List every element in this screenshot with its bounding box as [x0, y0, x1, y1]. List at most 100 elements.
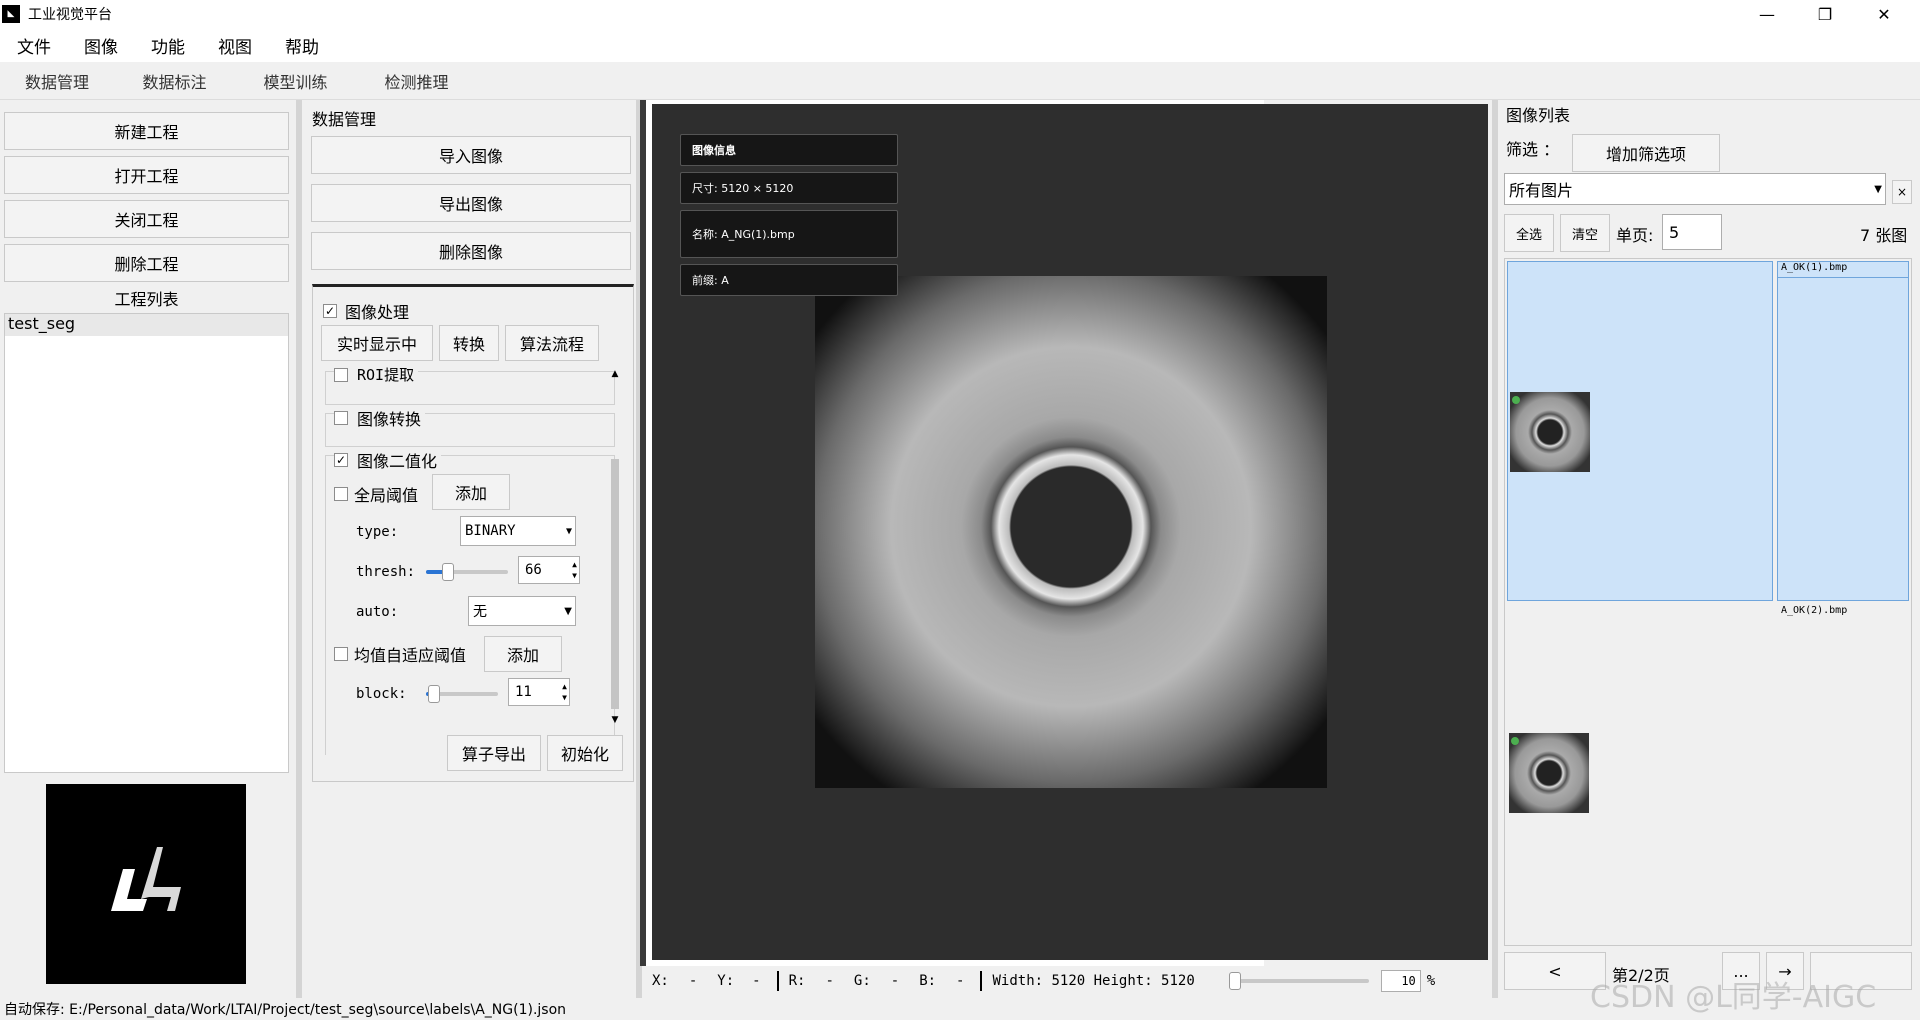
convert-button[interactable]: 转换	[439, 325, 499, 361]
y-label: Y:	[717, 973, 735, 989]
operator-export-button[interactable]: 算子导出	[447, 735, 541, 771]
thresh-value: 66	[525, 562, 542, 578]
new-project-button[interactable]: 新建工程	[4, 112, 289, 150]
chevron-down-icon: ▼	[1874, 184, 1882, 195]
zoom-input[interactable]: 10	[1380, 970, 1421, 992]
global-threshold-add-button[interactable]: 添加	[432, 474, 510, 510]
image-dimensions: Width: 5120 Height: 5120	[992, 973, 1195, 989]
data-management-panel: 数据管理 导入图像 导出图像 删除图像 ✓ 图像处理 实时显示中 转换 算法流程…	[304, 100, 634, 998]
close-button[interactable]: ✕	[1855, 0, 1913, 28]
data-management-title: 数据管理	[312, 110, 377, 129]
adaptive-threshold-label: 均值自适应阈值	[354, 646, 467, 665]
open-project-button[interactable]: 打开工程	[4, 156, 289, 194]
type-value: BINARY	[465, 523, 516, 539]
initialize-button[interactable]: 初始化	[547, 735, 623, 771]
thumbnail-name: A_OK(1).bmp	[1778, 262, 1908, 278]
per-page-label: 单页:	[1616, 226, 1654, 245]
tab-model-training[interactable]: 模型训练	[235, 69, 356, 93]
splitter-right[interactable]	[1492, 100, 1498, 998]
thumbnail-item-selected[interactable]	[1507, 261, 1773, 601]
title-bar: ◣ 工业视觉平台 — ❐ ✕	[0, 0, 1920, 28]
select-all-button[interactable]: 全选	[1504, 214, 1554, 252]
thumbnail-list[interactable]: A_OK(1).bmp A_OK(2).bmp	[1504, 258, 1912, 946]
type-select[interactable]: BINARY ▼	[460, 516, 576, 546]
pixel-status-bar: X: - Y: - R: - G: - B: - Width: 5120 Hei…	[652, 966, 1488, 996]
block-value: 11	[515, 684, 532, 700]
tab-inference[interactable]: 检测推理	[356, 69, 477, 93]
tab-data-management[interactable]: 数据管理	[0, 69, 114, 93]
adaptive-threshold-add-button[interactable]: 添加	[484, 636, 562, 672]
thresh-slider[interactable]	[426, 563, 508, 581]
image-size-info: 尺寸: 5120 × 5120	[680, 172, 898, 204]
roi-label: ROI提取	[357, 366, 415, 384]
project-panel: 新建工程 打开工程 关闭工程 删除工程 工程列表 test_seg	[0, 100, 296, 998]
auto-select[interactable]: 无 ▼	[468, 596, 576, 626]
import-image-button[interactable]: 导入图像	[311, 136, 631, 174]
thresh-spinbox[interactable]: 66 ▲ ▼	[518, 556, 580, 584]
per-page-input[interactable]: 5	[1662, 214, 1722, 250]
roi-checkbox[interactable]	[334, 367, 348, 382]
image-info-title: 图像信息	[680, 134, 898, 166]
menu-function[interactable]: 功能	[134, 33, 201, 58]
menu-help[interactable]: 帮助	[268, 33, 335, 58]
image-count: 7 张图	[1860, 226, 1908, 245]
filter-select[interactable]: 所有图片 ▼	[1504, 173, 1886, 205]
adaptive-threshold-checkbox[interactable]	[334, 647, 348, 661]
convert-label: 图像转换	[357, 410, 422, 429]
r-label: R:	[788, 973, 806, 989]
restore-button[interactable]: ❐	[1796, 0, 1854, 28]
x-value: -	[688, 973, 698, 989]
thumbnail-image[interactable]	[1509, 733, 1589, 813]
clear-button[interactable]: 清空	[1560, 214, 1610, 252]
binarize-checkbox[interactable]: ✓	[334, 453, 348, 467]
tab-bar: 数据管理 数据标注 模型训练 检测推理	[0, 62, 1920, 100]
inspection-image[interactable]	[815, 276, 1327, 788]
block-label: block:	[356, 686, 407, 702]
thumbnail-name: A_OK(2).bmp	[1781, 605, 1848, 616]
scroll-down-icon[interactable]: ▼	[608, 715, 622, 725]
divider	[980, 971, 983, 991]
zoom-slider[interactable]	[1228, 972, 1369, 990]
delete-image-button[interactable]: 删除图像	[311, 232, 631, 270]
delete-project-button[interactable]: 删除工程	[4, 244, 289, 282]
menu-file[interactable]: 文件	[0, 33, 67, 58]
auto-label: auto:	[356, 604, 399, 620]
y-value: -	[752, 973, 761, 989]
thumbnail-column[interactable]: A_OK(1).bmp	[1777, 261, 1909, 601]
spin-arrows-icon[interactable]: ▲ ▼	[562, 681, 567, 703]
image-processing-checkbox[interactable]: ✓	[323, 304, 337, 318]
tab-data-labeling[interactable]: 数据标注	[114, 69, 235, 93]
panel-scrollbar[interactable]: ▲ ▼	[608, 369, 622, 725]
chevron-down-icon: ▼	[564, 606, 572, 617]
app-logo-icon: ◣	[2, 5, 20, 23]
type-label: type:	[356, 524, 399, 540]
block-slider-handle[interactable]	[428, 685, 440, 703]
algorithm-flow-button[interactable]: 算法流程	[505, 325, 599, 361]
g-value: -	[890, 973, 900, 989]
scrollbar-thumb[interactable]	[611, 459, 619, 709]
global-threshold-checkbox[interactable]	[334, 487, 348, 501]
zoom-slider-handle[interactable]	[1228, 972, 1241, 990]
menu-view[interactable]: 视图	[201, 33, 268, 58]
clear-filter-button[interactable]: ×	[1892, 180, 1912, 204]
image-processing-group: ✓ 图像处理 实时显示中 转换 算法流程 ROI提取 图像转换 ✓ 图像二值化	[312, 284, 634, 782]
window-title: 工业视觉平台	[28, 7, 112, 23]
binarize-group: ✓ 图像二值化 全局阈值 添加 type: BINARY ▼ thresh: 6…	[325, 448, 615, 755]
menu-image[interactable]: 图像	[67, 33, 134, 58]
block-spinbox[interactable]: 11 ▲ ▼	[508, 678, 570, 706]
spin-arrows-icon[interactable]: ▲ ▼	[572, 559, 577, 581]
splitter-left[interactable]	[296, 100, 302, 998]
thresh-slider-handle[interactable]	[442, 563, 454, 581]
export-image-button[interactable]: 导出图像	[311, 184, 631, 222]
b-value: -	[956, 973, 965, 989]
scroll-up-icon[interactable]: ▲	[608, 369, 622, 379]
divider	[776, 971, 779, 991]
realtime-display-button[interactable]: 实时显示中	[321, 325, 433, 361]
close-project-button[interactable]: 关闭工程	[4, 200, 289, 238]
project-list[interactable]: test_seg	[4, 313, 289, 773]
project-item[interactable]: test_seg	[5, 314, 288, 336]
convert-checkbox[interactable]	[334, 411, 348, 425]
add-filter-button[interactable]: 增加筛选项	[1572, 134, 1720, 172]
block-slider[interactable]	[426, 685, 498, 703]
minimize-button[interactable]: —	[1738, 0, 1796, 28]
